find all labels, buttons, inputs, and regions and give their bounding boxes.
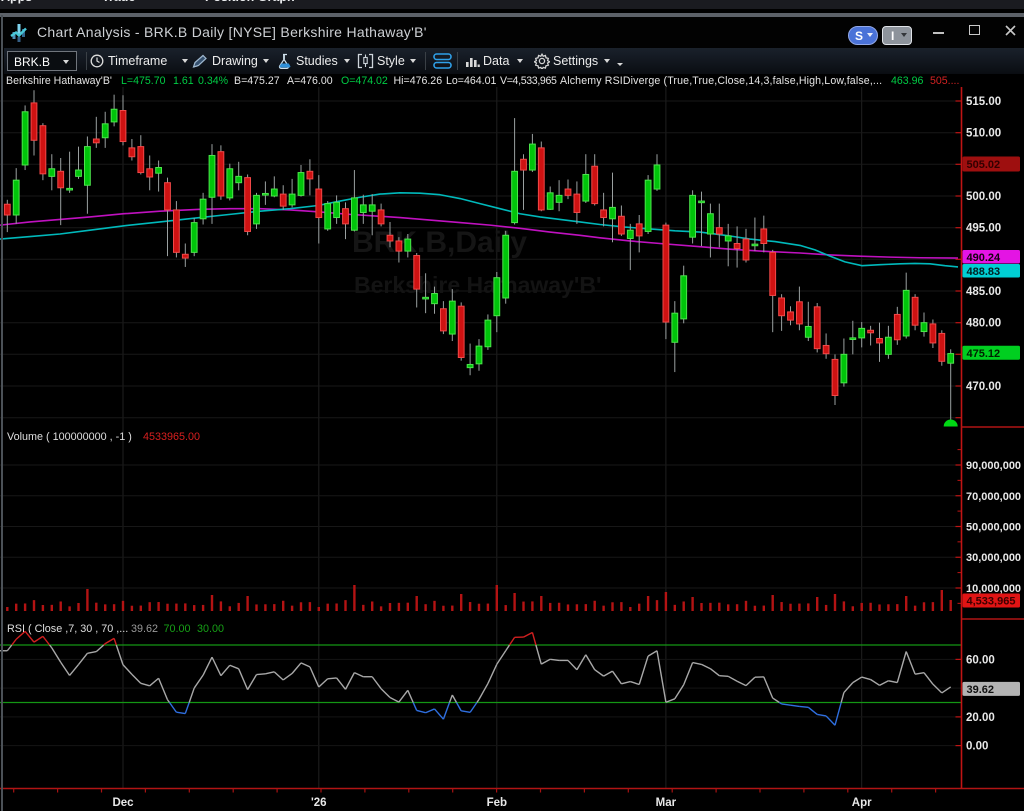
svg-text:50,000,000: 50,000,000: [966, 522, 1021, 534]
svg-text:10,000,000: 10,000,000: [966, 583, 1021, 595]
svg-text:Volume ( 100000000 , -1 ): Volume ( 100000000 , -1 ): [7, 431, 132, 443]
svg-text:60.00: 60.00: [966, 654, 995, 666]
svg-text:475.12: 475.12: [967, 348, 1001, 360]
svg-text:70.00: 70.00: [164, 623, 191, 635]
svg-text:Berkshire Hathaway'B': Berkshire Hathaway'B': [354, 272, 601, 298]
svg-text:0.00: 0.00: [966, 741, 988, 753]
svg-text:BRK.B,Daily: BRK.B,Daily: [352, 226, 527, 259]
svg-text:4533965.00: 4533965.00: [143, 431, 200, 443]
svg-text:515.00: 515.00: [966, 96, 1001, 108]
svg-text:510.00: 510.00: [966, 128, 1001, 140]
svg-text:480.00: 480.00: [966, 318, 1001, 330]
svg-text:Mar: Mar: [656, 797, 677, 809]
svg-text:488.83: 488.83: [967, 266, 1001, 278]
svg-text:490.24: 490.24: [967, 252, 1002, 264]
svg-text:90,000,000: 90,000,000: [966, 460, 1021, 472]
svg-text:4,533,965: 4,533,965: [967, 596, 1016, 608]
svg-text:470.00: 470.00: [966, 381, 1001, 393]
svg-text:39.62: 39.62: [131, 623, 158, 635]
svg-text:505.02: 505.02: [967, 159, 1001, 171]
svg-text:70,000,000: 70,000,000: [966, 491, 1021, 503]
svg-text:RSI ( Close ,7, 30 , 70 ,...: RSI ( Close ,7, 30 , 70 ,...: [7, 623, 128, 635]
svg-text:'26: '26: [311, 797, 327, 809]
svg-text:30,000,000: 30,000,000: [966, 552, 1021, 564]
svg-text:485.00: 485.00: [966, 286, 1001, 298]
svg-text:30.00: 30.00: [197, 623, 224, 635]
svg-text:500.00: 500.00: [966, 191, 1001, 203]
svg-text:Apr: Apr: [852, 797, 872, 809]
svg-text:Dec: Dec: [112, 797, 134, 809]
svg-text:Feb: Feb: [487, 797, 507, 809]
svg-text:20.00: 20.00: [966, 712, 995, 724]
svg-text:495.00: 495.00: [966, 223, 1001, 235]
svg-text:39.62: 39.62: [967, 684, 995, 696]
